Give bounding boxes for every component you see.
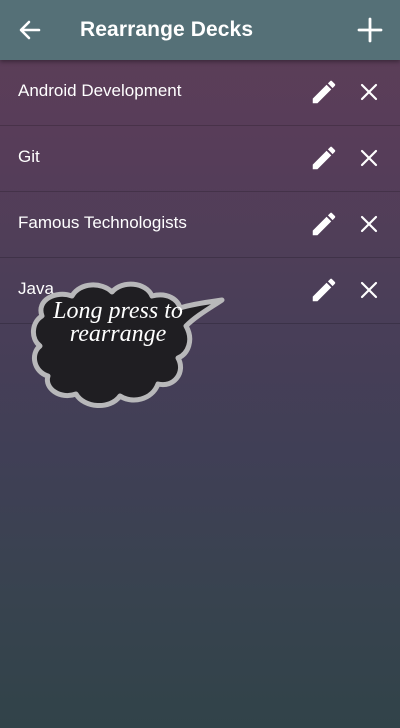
arrow-left-icon [19,20,41,40]
deck-name: Git [18,147,40,166]
edit-deck-button[interactable] [309,209,339,239]
pencil-icon [312,212,336,236]
hint-bubble: Long press to rearrange [28,276,228,416]
remove-deck-button[interactable] [354,209,384,239]
deck-name: Android Development [18,81,182,100]
pencil-icon [312,146,336,170]
app-bar: Rearrange Decks [0,0,400,60]
close-icon [360,83,378,101]
remove-deck-button[interactable] [354,143,384,173]
edit-deck-button[interactable] [309,275,339,305]
add-deck-button[interactable] [352,12,388,48]
close-icon [360,149,378,167]
pencil-icon [312,80,336,104]
edit-deck-button[interactable] [309,143,339,173]
deck-row[interactable]: Git [0,126,400,192]
deck-row[interactable]: Android Development [0,60,400,126]
page-title: Rearrange Decks [80,18,254,41]
remove-deck-button[interactable] [354,77,384,107]
plus-icon [357,17,383,43]
edit-deck-button[interactable] [309,77,339,107]
deck-name: Famous Technologists [18,213,187,232]
hint-text: Long press to rearrange [53,298,183,347]
close-icon [360,281,378,299]
close-icon [360,215,378,233]
back-button[interactable] [12,12,48,48]
remove-deck-button[interactable] [354,275,384,305]
pencil-icon [312,278,336,302]
deck-row[interactable]: Famous Technologists [0,192,400,258]
